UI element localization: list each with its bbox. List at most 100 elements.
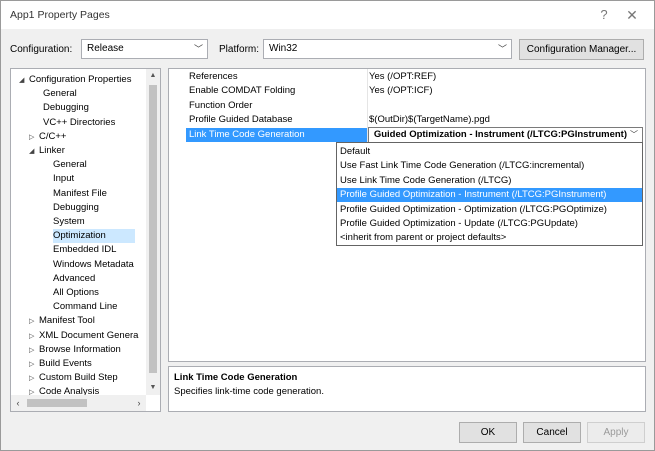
tree-item[interactable]: ▷ C/C++	[29, 130, 66, 144]
tree-item-label: Windows Metadata	[53, 258, 134, 270]
scroll-left-icon[interactable]: ‹	[11, 395, 25, 411]
tree-item[interactable]: Command Line	[53, 300, 117, 314]
apply-button[interactable]: Apply	[587, 422, 645, 443]
tree-item-label: Command Line	[53, 301, 118, 313]
tree-item-label: Advanced	[53, 272, 96, 284]
tree-item-label: General	[53, 159, 87, 171]
platform-value: Win32	[269, 43, 298, 54]
property-name: Enable COMDAT Folding	[189, 85, 296, 97]
tree-item-label: XML Document Genera	[39, 329, 139, 341]
property-value[interactable]: Yes (/OPT:REF)	[369, 70, 645, 84]
tree-item[interactable]: System	[53, 215, 85, 229]
ltcg-current-value: Profile Guided Optimization - Instrument…	[371, 129, 627, 140]
tree-item-label: General	[43, 88, 77, 100]
scroll-down-icon[interactable]: ▼	[146, 381, 160, 395]
tree-item[interactable]: Input	[53, 172, 74, 186]
tree-item-label: All Options	[53, 287, 99, 298]
property-tree: ◢ Configuration Properties General Debuggin…	[10, 68, 161, 412]
dropdown-option[interactable]: Use Link Time Code Generation (/LTCG)	[337, 174, 642, 188]
collapsed-arrow-icon[interactable]: ▷	[29, 372, 39, 386]
tree-item[interactable]: Advanced	[53, 272, 95, 286]
dropdown-option[interactable]: Profile Guided Optimization - Optimizati…	[337, 203, 642, 217]
tree-item[interactable]: Debugging	[53, 201, 99, 215]
dropdown-option[interactable]: Default	[337, 145, 642, 159]
tree-vertical-scrollbar[interactable]: ▲ ▼	[146, 69, 160, 395]
scroll-thumb[interactable]	[149, 85, 157, 373]
tree-item[interactable]: Optimization	[53, 229, 135, 244]
close-icon[interactable]: ✕	[621, 5, 643, 25]
property-row[interactable]: References Yes (/OPT:REF)	[169, 70, 645, 84]
collapsed-arrow-icon[interactable]: ▷	[29, 330, 39, 344]
tree-item[interactable]: Embedded IDL	[53, 243, 116, 257]
property-row[interactable]: Function Order	[169, 99, 645, 113]
tree-item[interactable]: General	[53, 158, 87, 172]
ltcg-dropdown-list: Default Use Fast Link Time Code Generatio…	[336, 142, 643, 246]
tree-item[interactable]: ▷ Browse Information	[29, 343, 121, 357]
property-value[interactable]: $(OutDir)$(TargetName).pgd	[369, 113, 645, 127]
tree-item[interactable]: All Options	[53, 286, 99, 300]
tree-item[interactable]: ▷ Manifest Tool	[29, 314, 95, 328]
expanded-arrow-icon[interactable]: ◢	[19, 74, 29, 88]
property-row[interactable]: Enable COMDAT Folding Yes (/OPT:ICF)	[169, 84, 645, 98]
property-name: Profile Guided Database	[189, 114, 293, 126]
platform-label: Platform:	[219, 44, 260, 55]
tree-item[interactable]: VC++ Directories	[43, 116, 115, 130]
scroll-thumb[interactable]	[27, 399, 87, 407]
description-title: Link Time Code Generation	[174, 372, 298, 383]
scroll-right-icon[interactable]: ›	[132, 395, 146, 411]
dropdown-option[interactable]: Profile Guided Optimization - Instrument…	[337, 188, 642, 203]
tree-item[interactable]: ◢ Configuration Properties	[19, 73, 131, 87]
description-text: Specifies link-time code generation.	[174, 386, 324, 397]
tree-item-label: Configuration Properties	[29, 74, 132, 85]
tree-item-label: Debugging	[53, 201, 99, 213]
dropdown-option[interactable]: Use Fast Link Time Code Generation (/LTC…	[337, 159, 642, 173]
chevron-down-icon[interactable]: ﹀	[628, 128, 640, 142]
dropdown-option[interactable]: Profile Guided Optimization - Update (/L…	[337, 217, 642, 231]
collapsed-arrow-icon[interactable]: ▷	[29, 358, 39, 372]
chevron-down-icon: ﹀	[193, 44, 203, 54]
tree-item[interactable]: General	[43, 87, 77, 101]
collapsed-arrow-icon[interactable]: ▷	[29, 315, 39, 329]
tree-item-label: Manifest File	[53, 187, 107, 199]
tree-item-label: Browse Information	[39, 343, 121, 355]
collapsed-arrow-icon[interactable]: ▷	[29, 344, 39, 358]
tree-item[interactable]: ▷ XML Document Genera	[29, 329, 138, 343]
tree-item-label: Embedded IDL	[53, 244, 117, 256]
platform-select[interactable]: Win32 ﹀	[263, 39, 512, 59]
cancel-button[interactable]: Cancel	[523, 422, 581, 443]
ltcg-value-combo[interactable]: Profile Guided Optimization - Instrument…	[368, 127, 643, 143]
property-name: References	[189, 71, 238, 82]
tree-item-label: Linker	[39, 145, 65, 156]
scroll-up-icon[interactable]: ▲	[146, 69, 160, 83]
property-name: Link Time Code Generation	[186, 127, 367, 142]
tree-item[interactable]: Manifest File	[53, 187, 107, 201]
help-icon[interactable]: ?	[593, 5, 615, 25]
tree-item[interactable]: Windows Metadata	[53, 258, 134, 272]
ok-button[interactable]: OK	[459, 422, 517, 443]
configuration-toolbar: Configuration: Release ﹀ Platform: Win32…	[1, 29, 654, 63]
tree-item-label: C/C++	[39, 130, 67, 142]
collapsed-arrow-icon[interactable]: ▷	[29, 131, 39, 145]
tree-item[interactable]: ◢ Linker	[29, 144, 65, 158]
tree-item-label: Manifest Tool	[39, 315, 95, 327]
configuration-value: Release	[87, 43, 124, 54]
tree-item-label: VC++ Directories	[43, 116, 116, 128]
property-pages-dialog: App1 Property Pages ? ✕ Configuration: R…	[0, 0, 655, 451]
property-row[interactable]: Profile Guided Database $(OutDir)$(Target…	[169, 113, 645, 127]
tree-item[interactable]: Debugging	[43, 101, 89, 115]
configuration-select[interactable]: Release ﹀	[81, 39, 208, 59]
tree-horizontal-scrollbar[interactable]: ‹ ›	[11, 395, 146, 411]
property-value[interactable]	[369, 99, 645, 113]
chevron-down-icon: ﹀	[497, 44, 507, 54]
tree-item-label: Custom Build Step	[39, 372, 118, 384]
tree-item[interactable]: ▷ Build Events	[29, 357, 92, 371]
description-panel: Link Time Code Generation Specifies link…	[168, 366, 646, 412]
configuration-manager-button[interactable]: Configuration Manager...	[519, 39, 644, 60]
tree-item-label: Input	[53, 173, 75, 185]
property-value[interactable]: Yes (/OPT:ICF)	[369, 84, 645, 98]
tree-item[interactable]: ▷ Custom Build Step	[29, 371, 118, 385]
expanded-arrow-icon[interactable]: ◢	[29, 145, 39, 159]
dropdown-option[interactable]: <inherit from parent or project defaults…	[337, 231, 642, 245]
title-bar: App1 Property Pages ? ✕	[1, 1, 654, 29]
tree-item-label: System	[53, 216, 85, 227]
